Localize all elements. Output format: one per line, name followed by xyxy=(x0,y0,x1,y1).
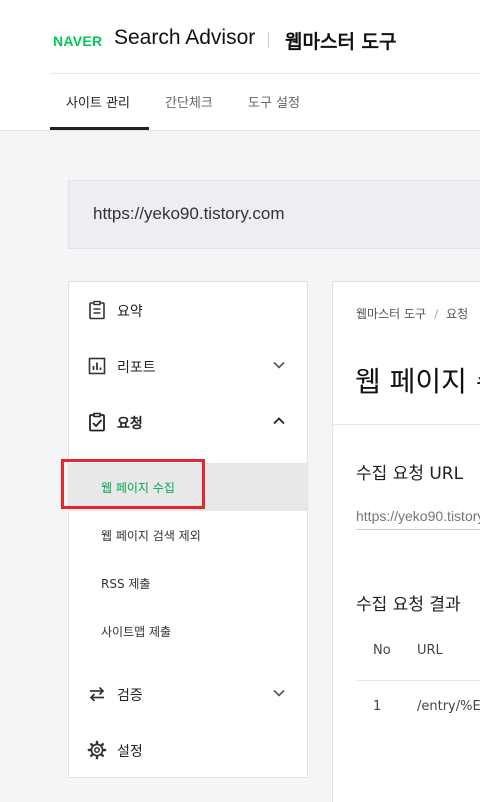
header-separator xyxy=(268,32,269,48)
chevron-up-icon[interactable] xyxy=(272,414,286,428)
sidebar-item-label: 리포트 xyxy=(117,360,156,376)
tab-quick-check[interactable]: 간단체크 xyxy=(165,92,213,111)
breadcrumb-item[interactable]: 요청 xyxy=(446,307,468,321)
tool-title[interactable]: 웹마스터 도구 xyxy=(285,27,397,54)
chevron-down-icon[interactable] xyxy=(272,686,286,700)
tab-tool-settings[interactable]: 도구 설정 xyxy=(248,92,300,111)
sidebar-item-request[interactable]: 요청 xyxy=(69,394,307,450)
sidebar-item-label: 설정 xyxy=(117,744,143,760)
url-section-title: 수집 요청 URL xyxy=(356,464,464,484)
clipboard-check-icon xyxy=(89,412,105,432)
sub-item-web-page-exclude[interactable]: 웹 페이지 검색 제외 xyxy=(69,511,307,559)
result-section-title: 수집 요청 결과 xyxy=(356,595,461,615)
sidebar-item-label: 요약 xyxy=(117,304,143,320)
brand-name[interactable]: Search Advisor xyxy=(114,26,255,50)
sidebar-item-settings[interactable]: 설정 xyxy=(69,722,307,778)
breadcrumb-item[interactable]: 웹마스터 도구 xyxy=(356,307,426,321)
sidebar-item-report[interactable]: 리포트 xyxy=(69,338,307,394)
sub-item-label: RSS 제출 xyxy=(101,577,151,591)
sub-item-sitemap-submit[interactable]: 사이트맵 제출 xyxy=(69,607,307,655)
sidebar-item-verify[interactable]: 검증 xyxy=(69,666,307,722)
clipboard-icon xyxy=(89,300,105,320)
sidebar-item-summary[interactable]: 요약 xyxy=(69,282,307,338)
sub-item-label: 사이트맵 제출 xyxy=(101,625,172,639)
collect-url-input[interactable] xyxy=(356,502,480,530)
swap-arrows-icon xyxy=(89,686,105,702)
table-header-no: No xyxy=(373,643,391,658)
breadcrumb-separator: / xyxy=(434,307,439,321)
chevron-down-icon[interactable] xyxy=(272,358,286,372)
table-cell-no: 1 xyxy=(373,699,382,714)
tab-site-management[interactable]: 사이트 관리 xyxy=(66,92,130,111)
header-divider xyxy=(50,73,480,74)
naver-logo[interactable]: NAVER xyxy=(53,33,102,49)
table-cell-url[interactable]: /entry/%E... xyxy=(417,699,480,714)
main-panel: 웹마스터 도구 / 요청 웹 페이지 수집 수집 요청 URL 수집 요청 결과 N… xyxy=(332,281,480,802)
site-url: https://yeko90.tistory.com xyxy=(93,204,285,223)
sub-item-rss-submit[interactable]: RSS 제출 xyxy=(69,559,307,607)
site-url-bar[interactable]: https://yeko90.tistory.com xyxy=(68,180,480,249)
sidebar-item-label: 검증 xyxy=(117,688,143,704)
table-divider xyxy=(356,680,480,681)
table-header-url: URL xyxy=(417,643,443,658)
page-title: 웹 페이지 수집 xyxy=(355,365,480,398)
highlight-annotation xyxy=(61,459,205,509)
bar-chart-icon xyxy=(88,357,106,375)
sidebar: 요약 리포트 요청 웹 페이지 수집 웹 페이지 검색 제외 RSS 제출 사이… xyxy=(68,281,308,778)
sidebar-item-label: 요청 xyxy=(117,416,143,432)
top-header: NAVER Search Advisor 웹마스터 도구 사이트 관리 간단체크… xyxy=(0,0,480,131)
active-tab-indicator xyxy=(50,127,149,130)
gear-icon xyxy=(87,740,107,760)
breadcrumb: 웹마스터 도구 / 요청 xyxy=(356,305,468,322)
main-divider xyxy=(333,424,480,425)
sub-item-label: 웹 페이지 검색 제외 xyxy=(101,529,201,543)
